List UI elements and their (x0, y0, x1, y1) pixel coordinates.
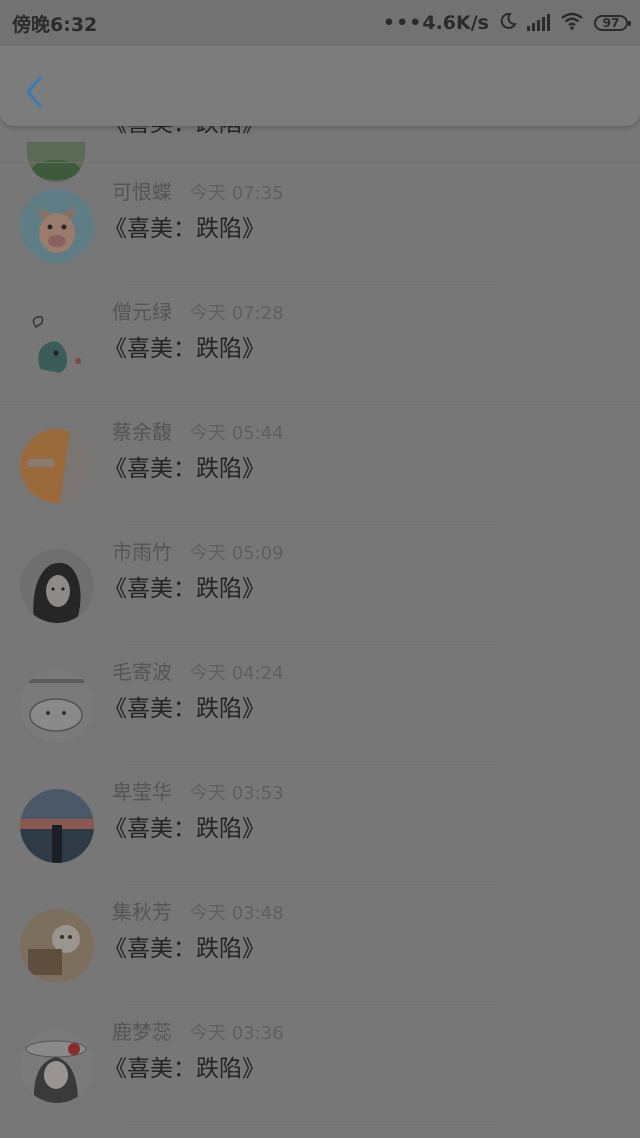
list-item[interactable]: 僧元绿 今天 07:28 《喜美：跌陷》 (0, 283, 640, 402)
item-meta: 卑莹华 今天 03:53 (112, 776, 284, 805)
timestamp: 今天 05:44 (190, 423, 284, 444)
timestamp: 今天 04:24 (190, 663, 284, 684)
item-meta: 僧元绿 今天 07:28 (112, 296, 284, 325)
item-meta: 可恨蝶 今天 07:35 (112, 176, 284, 205)
avatar (20, 789, 94, 863)
list-item[interactable]: 毛寄波 今天 04:24 《喜美：跌陷》 (0, 643, 640, 762)
divider (0, 401, 640, 402)
avatar (20, 189, 94, 263)
top-nav-bar (0, 46, 640, 126)
list-item[interactable]: 蔡余馥 今天 05:44 《喜美：跌陷》 (0, 403, 640, 522)
divider (130, 1121, 500, 1122)
list-item[interactable]: 市雨竹 今天 05:09 《喜美：跌陷》 (0, 523, 640, 642)
item-meta: 毛寄波 今天 04:24 (112, 656, 284, 685)
sender-name: 鹿梦蕊 (112, 1020, 172, 1044)
sender-name: 集秋芳 (112, 900, 172, 924)
timestamp: 今天 07:35 (190, 183, 284, 204)
divider (130, 761, 500, 762)
timestamp: 今天 07:28 (190, 303, 284, 324)
timestamp: 今天 05:09 (190, 543, 284, 564)
avatar (20, 549, 94, 623)
message-text: 《喜美：跌陷》 (104, 696, 265, 722)
message-list[interactable]: 《喜美：跌陷》 可恨蝶 今天 07:35 《喜美：跌陷》 (0, 0, 640, 1138)
item-meta: 集秋芳 今天 03:48 (112, 896, 284, 925)
message-text: 《喜美：跌陷》 (104, 456, 265, 482)
list-item[interactable]: 卑莹华 今天 03:53 《喜美：跌陷》 (0, 763, 640, 882)
message-text: 《喜美：跌陷》 (104, 936, 265, 962)
list-item[interactable]: 鹿梦蕊 今天 03:36 《喜美：跌陷》 (0, 1003, 640, 1122)
avatar (20, 1029, 94, 1103)
sender-name: 卑莹华 (112, 780, 172, 804)
avatar (20, 309, 94, 383)
item-meta: 鹿梦蕊 今天 03:36 (112, 1016, 284, 1045)
list-item[interactable]: 集秋芳 今天 03:48 《喜美：跌陷》 (0, 883, 640, 1002)
avatar (20, 909, 94, 983)
sender-name: 毛寄波 (112, 660, 172, 684)
divider (130, 521, 500, 522)
chevron-left-icon (26, 76, 42, 108)
avatar (20, 669, 94, 743)
sender-name: 可恨蝶 (112, 180, 172, 204)
divider (130, 881, 500, 882)
timestamp: 今天 03:36 (190, 1023, 284, 1044)
message-text: 《喜美：跌陷》 (104, 816, 265, 842)
message-text: 《喜美：跌陷》 (104, 1056, 265, 1082)
list-item[interactable]: 可恨蝶 今天 07:35 《喜美：跌陷》 (0, 163, 640, 282)
item-meta: 蔡余馥 今天 05:44 (112, 416, 284, 445)
divider (130, 641, 500, 642)
divider (130, 281, 500, 282)
item-meta: 市雨竹 今天 05:09 (112, 536, 284, 565)
sender-name: 蔡余馥 (112, 420, 172, 444)
sender-name: 市雨竹 (112, 540, 172, 564)
avatar (20, 429, 94, 503)
timestamp: 今天 03:48 (190, 903, 284, 924)
message-text: 《喜美：跌陷》 (104, 576, 265, 602)
timestamp: 今天 03:53 (190, 783, 284, 804)
message-text: 《喜美：跌陷》 (104, 216, 265, 242)
message-text: 《喜美：跌陷》 (104, 336, 265, 362)
sender-name: 僧元绿 (112, 300, 172, 324)
back-button[interactable] (20, 74, 50, 110)
divider (130, 1001, 500, 1002)
